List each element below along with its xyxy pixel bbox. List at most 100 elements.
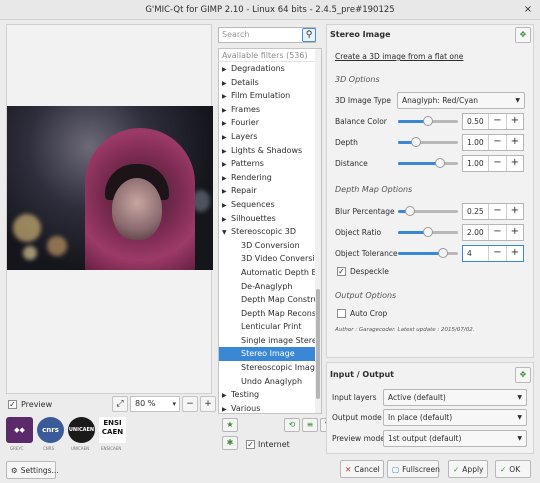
chevron-right-icon[interactable]: ▶ bbox=[222, 172, 231, 185]
tree-filter-item[interactable]: Single image Stereogram bbox=[219, 334, 321, 348]
tree-filter-item[interactable]: 3D Video Conversion bbox=[219, 252, 321, 266]
add-favorite-icon[interactable]: ★ bbox=[222, 418, 238, 432]
chevron-right-icon[interactable]: ▶ bbox=[222, 117, 231, 130]
chevron-right-icon[interactable]: ▶ bbox=[222, 158, 231, 171]
plus-icon[interactable]: + bbox=[505, 246, 523, 261]
depth-slider[interactable] bbox=[398, 137, 458, 147]
depth-value[interactable]: 1.00 bbox=[463, 135, 488, 150]
preview-checkbox[interactable]: ✓ bbox=[8, 400, 17, 409]
tree-filter-item[interactable]: Stereo Image bbox=[219, 347, 321, 362]
plus-icon[interactable]: + bbox=[505, 204, 523, 219]
minus-icon[interactable]: − bbox=[488, 156, 505, 171]
tree-filter-item[interactable]: Depth Map Construction bbox=[219, 293, 321, 307]
tree-folder[interactable]: ▶ Repair bbox=[219, 184, 321, 198]
chevron-right-icon[interactable]: ▶ bbox=[222, 77, 231, 90]
preview-mode-select[interactable]: 1st output (default) ▼ bbox=[383, 430, 527, 447]
tolerance-slider[interactable] bbox=[398, 248, 458, 258]
reset-parameters-icon[interactable]: ✥ bbox=[515, 27, 531, 43]
tree-folder[interactable]: ▶ Degradations bbox=[219, 62, 321, 76]
io-reset-icon[interactable]: ✥ bbox=[515, 367, 531, 383]
balance-spinbox[interactable]: 0.50 − + bbox=[462, 113, 524, 130]
output-mode-select[interactable]: In place (default) ▼ bbox=[383, 409, 527, 426]
chevron-right-icon[interactable]: ▶ bbox=[222, 131, 231, 144]
chevron-right-icon[interactable]: ▶ bbox=[222, 403, 231, 413]
blur-spinbox[interactable]: 0.25 − + bbox=[462, 203, 524, 220]
tolerance-spinbox[interactable]: 4 − + bbox=[462, 245, 524, 262]
preview-toggle[interactable]: ✓ Preview bbox=[8, 400, 52, 409]
search-icon[interactable]: ⚲ bbox=[302, 28, 316, 42]
chevron-right-icon[interactable]: ▶ bbox=[222, 199, 231, 212]
minus-icon[interactable]: − bbox=[488, 225, 505, 240]
settings-button[interactable]: ⚙ Settings... bbox=[6, 461, 59, 479]
tree-folder[interactable]: ▶ Film Emulation bbox=[219, 89, 321, 103]
tree-filter-item[interactable]: Stereoscopic Image Alignment bbox=[219, 361, 321, 375]
chevron-right-icon[interactable]: ▶ bbox=[222, 185, 231, 198]
chevron-right-icon[interactable]: ▶ bbox=[222, 145, 231, 158]
ok-button[interactable]: ✓ OK bbox=[495, 460, 531, 478]
minus-icon[interactable]: − bbox=[488, 114, 505, 129]
autocrop-toggle[interactable]: Auto Crop bbox=[337, 309, 387, 318]
internet-checkbox[interactable]: ✓ bbox=[246, 440, 255, 449]
filter-description-link[interactable]: Create a 3D image from a flat one bbox=[335, 52, 463, 61]
apply-button[interactable]: ✓ Apply bbox=[448, 460, 488, 478]
tree-filter-item[interactable]: Automatic Depth Estimation bbox=[219, 266, 321, 280]
blur-value[interactable]: 0.25 bbox=[463, 204, 488, 219]
tree-folder[interactable]: ▶ Patterns bbox=[219, 157, 321, 171]
tree-folder[interactable]: ▶ Testing bbox=[219, 388, 321, 402]
image-type-select[interactable]: Anaglyph: Red/Cyan ▼ bbox=[397, 92, 525, 109]
despeckle-toggle[interactable]: ✓ Despeckle bbox=[337, 267, 389, 276]
cancel-button[interactable]: ✕ Cancel bbox=[340, 460, 384, 478]
tree-filter-item[interactable]: Lenticular Print bbox=[219, 320, 321, 334]
tree-folder[interactable]: ▶ Details bbox=[219, 76, 321, 90]
refresh-icon[interactable]: ⟲ bbox=[284, 418, 300, 432]
filter-tree[interactable]: Available filters (536) ▶ Degradations ▶ De… bbox=[218, 48, 322, 414]
tree-folder[interactable]: ▶ Lights & Shadows bbox=[219, 144, 321, 158]
internet-toggle[interactable]: ✓ Internet bbox=[246, 440, 290, 449]
ratio-spinbox[interactable]: 2.00 − + bbox=[462, 224, 524, 241]
plus-icon[interactable]: + bbox=[505, 156, 523, 171]
preview-image[interactable] bbox=[7, 106, 213, 270]
visibility-icon[interactable]: ✱ bbox=[222, 436, 238, 450]
chevron-right-icon[interactable]: ▶ bbox=[222, 389, 231, 402]
input-layers-select[interactable]: Active (default) ▼ bbox=[383, 389, 527, 406]
filter-tree-scrollbar[interactable] bbox=[315, 49, 321, 413]
zoom-fit-icon[interactable]: ⤢ bbox=[112, 396, 128, 412]
balance-value[interactable]: 0.50 bbox=[463, 114, 488, 129]
tree-folder[interactable]: ▶ Various bbox=[219, 402, 321, 413]
minus-icon[interactable]: − bbox=[488, 246, 505, 261]
tree-folder[interactable]: ▶ Fourier bbox=[219, 116, 321, 130]
chevron-right-icon[interactable]: ▶ bbox=[222, 63, 231, 76]
tree-folder[interactable]: ▶ Rendering bbox=[219, 171, 321, 185]
chevron-right-icon[interactable]: ▶ bbox=[222, 213, 231, 226]
close-icon[interactable]: × bbox=[522, 4, 534, 16]
blur-slider[interactable] bbox=[398, 206, 458, 216]
minus-icon[interactable]: − bbox=[488, 204, 505, 219]
fullscreen-button[interactable]: ▢ Fullscreen bbox=[387, 460, 440, 478]
tree-folder[interactable]: ▶ Sequences bbox=[219, 198, 321, 212]
plus-icon[interactable]: + bbox=[505, 225, 523, 240]
plus-icon[interactable]: + bbox=[505, 135, 523, 150]
zoom-select[interactable]: 80 % ▾ bbox=[130, 396, 180, 412]
tree-folder[interactable]: ▶ Silhouettes bbox=[219, 212, 321, 226]
plus-icon[interactable]: + bbox=[505, 114, 523, 129]
tree-folder[interactable]: ▶ Layers bbox=[219, 130, 321, 144]
zoom-out-icon[interactable]: − bbox=[182, 396, 198, 412]
distance-value[interactable]: 1.00 bbox=[463, 156, 488, 171]
distance-spinbox[interactable]: 1.00 − + bbox=[462, 155, 524, 172]
chevron-right-icon[interactable]: ▶ bbox=[222, 90, 231, 103]
balance-slider[interactable] bbox=[398, 116, 458, 126]
chevron-down-icon[interactable]: ▼ bbox=[222, 226, 231, 239]
tree-filter-item[interactable]: Undo Anaglyph bbox=[219, 375, 321, 389]
ratio-slider[interactable] bbox=[398, 227, 458, 237]
minus-icon[interactable]: − bbox=[488, 135, 505, 150]
tolerance-value[interactable]: 4 bbox=[463, 246, 488, 261]
distance-slider[interactable] bbox=[398, 158, 458, 168]
tree-filter-item[interactable]: De-Anaglyph bbox=[219, 280, 321, 294]
tree-filter-item[interactable]: 3D Conversion bbox=[219, 239, 321, 253]
ratio-value[interactable]: 2.00 bbox=[463, 225, 488, 240]
tree-folder[interactable]: ▼ Stereoscopic 3D bbox=[219, 225, 321, 239]
tree-filter-item[interactable]: Depth Map Reconstruction bbox=[219, 307, 321, 321]
chevron-right-icon[interactable]: ▶ bbox=[222, 104, 231, 117]
list-icon[interactable]: ≡ bbox=[302, 418, 318, 432]
despeckle-checkbox[interactable]: ✓ bbox=[337, 267, 346, 276]
